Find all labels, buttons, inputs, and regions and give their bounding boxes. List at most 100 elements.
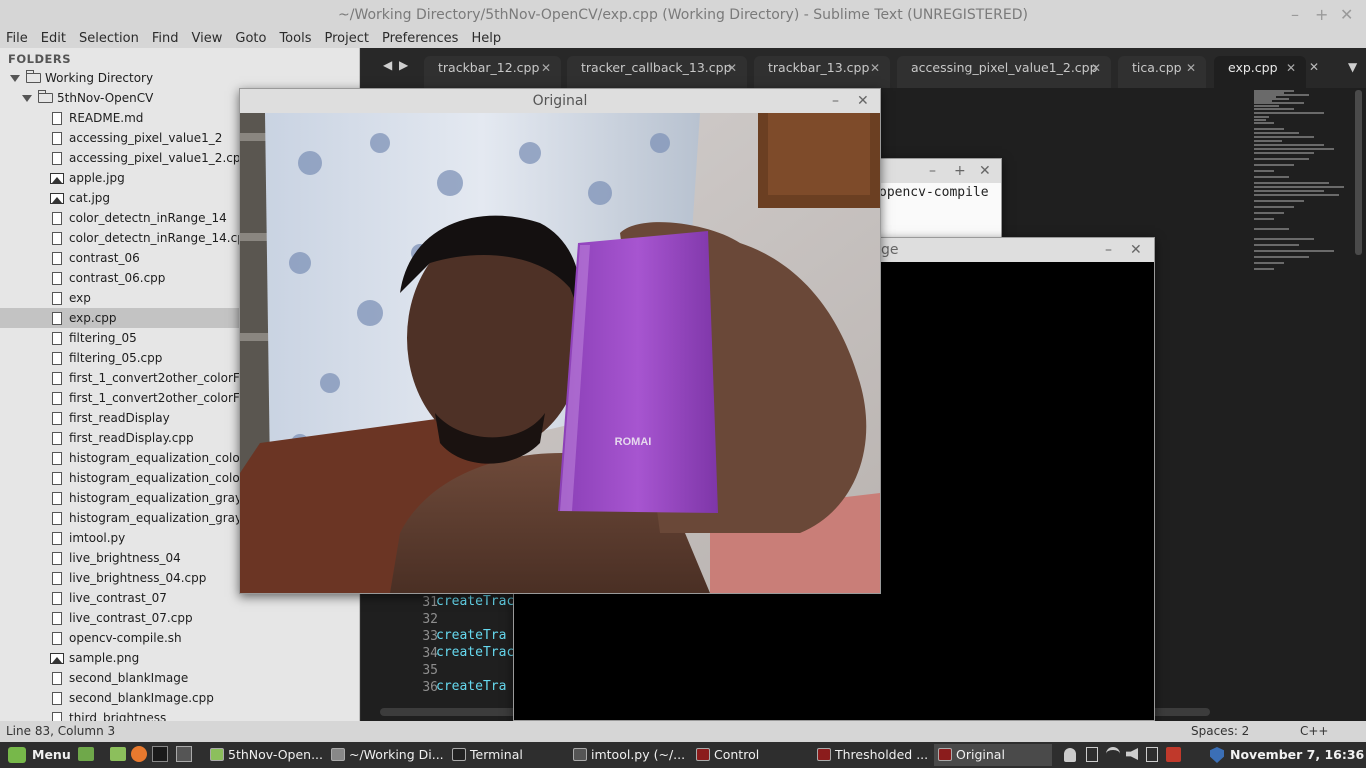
minimize-icon[interactable]: – <box>832 89 839 113</box>
code-line[interactable]: createTrac <box>436 645 514 660</box>
file-item[interactable]: second_blankImage <box>0 668 359 688</box>
menu-preferences[interactable]: Preferences <box>382 31 458 46</box>
tab-overflow-icon[interactable]: ▼ <box>1348 60 1357 74</box>
tab-trackbar-12-cpp[interactable]: trackbar_12.cpp ✕ <box>424 56 561 88</box>
folder-icon <box>26 70 41 83</box>
tab-close-icon[interactable]: ✕ <box>541 56 551 80</box>
terminal-launcher-icon[interactable] <box>152 746 168 762</box>
close-icon[interactable]: ✕ <box>857 89 869 113</box>
minimap-line <box>1254 105 1279 107</box>
minimap-line <box>1254 148 1334 150</box>
maximize-icon[interactable]: + <box>1315 0 1328 30</box>
webcam-image: ROMAI <box>240 113 880 593</box>
minimap-line <box>1254 200 1304 202</box>
app-icon <box>331 748 345 761</box>
expand-arrow-icon[interactable] <box>22 95 32 102</box>
file-item[interactable]: second_blankImage.cpp <box>0 688 359 708</box>
menu-goto[interactable]: Goto <box>235 31 266 46</box>
menu-help[interactable]: Help <box>471 31 501 46</box>
tab-close-icon[interactable]: ✕ <box>1286 56 1296 80</box>
start-menu-button[interactable]: Menu <box>2 744 72 766</box>
original-title: Original <box>532 93 588 109</box>
close-icon[interactable]: ✕ <box>979 159 991 183</box>
tab-scroll-right-icon[interactable]: ▶ <box>399 58 408 72</box>
minimap-line <box>1254 218 1274 220</box>
indentation-setting[interactable]: Spaces: 2 <box>1191 721 1249 742</box>
editor-launcher-icon[interactable] <box>176 746 192 762</box>
line-number: 34 <box>422 646 438 661</box>
code-line[interactable]: createTrac <box>436 594 514 609</box>
update-manager-icon[interactable] <box>1166 747 1181 762</box>
user-icon[interactable] <box>1064 748 1076 762</box>
tab-close-icon[interactable]: ✕ <box>727 56 737 80</box>
minimap-line <box>1254 186 1344 188</box>
image-file-icon <box>50 193 64 204</box>
taskbar-item[interactable]: Terminal <box>448 744 564 766</box>
menu-project[interactable]: Project <box>324 31 368 46</box>
show-desktop-icon[interactable] <box>78 747 94 761</box>
firefox-launcher-icon[interactable] <box>131 746 147 762</box>
file-item[interactable]: opencv-compile.sh <box>0 628 359 648</box>
app-icon <box>210 748 224 761</box>
wifi-icon[interactable] <box>1106 747 1120 761</box>
menu-find[interactable]: Find <box>152 31 179 46</box>
folder-working-directory[interactable]: Working Directory <box>0 68 359 88</box>
maximize-icon[interactable]: + <box>954 159 966 183</box>
file-label: first_readDisplay.cpp <box>69 431 194 445</box>
close-icon[interactable]: ✕ <box>1340 0 1353 30</box>
close-icon[interactable]: ✕ <box>1130 238 1142 262</box>
taskbar-item[interactable]: Control <box>692 744 808 766</box>
menu-tools[interactable]: Tools <box>279 31 311 46</box>
code-line[interactable]: createTra <box>436 679 506 694</box>
tab-trackbar-13-cpp[interactable]: trackbar_13.cpp ✕ <box>754 56 890 88</box>
battery-icon[interactable] <box>1146 747 1158 762</box>
taskbar-item[interactable]: 5thNov-Open... <box>206 744 322 766</box>
file-label: first_readDisplay <box>69 411 170 425</box>
minimize-icon[interactable]: – <box>1105 238 1112 262</box>
code-line[interactable]: createTra <box>436 628 506 643</box>
tab-close-icon[interactable]: ✕ <box>870 56 880 80</box>
minimize-icon[interactable]: – <box>929 159 936 183</box>
syntax-setting[interactable]: C++ <box>1300 721 1329 742</box>
file-icon <box>52 512 62 525</box>
file-item[interactable]: third_brightness <box>0 708 359 721</box>
taskbar-item[interactable]: Thresholded ... <box>813 744 929 766</box>
file-item[interactable]: live_contrast_07.cpp <box>0 608 359 628</box>
terminal-window[interactable]: – + ✕ opencv-compile <box>860 158 1002 239</box>
volume-icon[interactable] <box>1126 748 1138 760</box>
expand-arrow-icon[interactable] <box>10 75 20 82</box>
file-icon <box>52 452 62 465</box>
tab-exp-cpp[interactable]: exp.cpp ✕ <box>1214 56 1306 88</box>
minimap[interactable] <box>1250 88 1350 288</box>
menu-edit[interactable]: Edit <box>41 31 66 46</box>
tab-accessing-pixel-value1-2-cpp[interactable]: accessing_pixel_value1_2.cpp ✕ <box>897 56 1111 88</box>
taskbar-item[interactable]: ~/Working Di... <box>327 744 443 766</box>
minimize-icon[interactable]: – <box>1291 0 1299 30</box>
menu-selection[interactable]: Selection <box>79 31 139 46</box>
tab-tracker-callback-13-cpp[interactable]: tracker_callback_13.cpp ✕ <box>567 56 747 88</box>
tab-scroll-left-icon[interactable]: ◀ <box>383 58 392 72</box>
window-titlebar: ~/Working Directory/5thNov-OpenCV/exp.cp… <box>0 0 1366 28</box>
shield-icon[interactable] <box>1210 747 1224 763</box>
clock[interactable]: November 7, 16:36 <box>1230 742 1364 768</box>
clipboard-icon[interactable] <box>1086 747 1098 762</box>
mint-logo-icon <box>8 747 26 763</box>
file-label: cat.jpg <box>69 191 111 205</box>
file-label: opencv-compile.sh <box>69 631 182 645</box>
tab-close-icon[interactable]: ✕ <box>1186 56 1196 80</box>
file-label: second_blankImage <box>69 671 189 685</box>
files-launcher-icon[interactable] <box>110 747 126 761</box>
tab-close-icon[interactable]: ✕ <box>1309 60 1319 74</box>
menu-file[interactable]: File <box>6 31 28 46</box>
original-window[interactable]: Original – ✕ ROMAI <box>239 88 881 594</box>
menu-view[interactable]: View <box>192 31 223 46</box>
minimap-line <box>1254 122 1274 124</box>
vertical-scrollbar[interactable] <box>1355 90 1362 255</box>
taskbar-item[interactable]: imtool.py (~/... <box>569 744 687 766</box>
tab-close-icon[interactable]: ✕ <box>1091 56 1101 80</box>
taskbar-item[interactable]: Original <box>934 744 1052 766</box>
original-titlebar[interactable]: Original – ✕ <box>240 89 880 113</box>
file-label: third_brightness <box>69 711 167 721</box>
file-item[interactable]: sample.png <box>0 648 359 668</box>
tab-tica-cpp[interactable]: tica.cpp ✕ <box>1118 56 1206 88</box>
